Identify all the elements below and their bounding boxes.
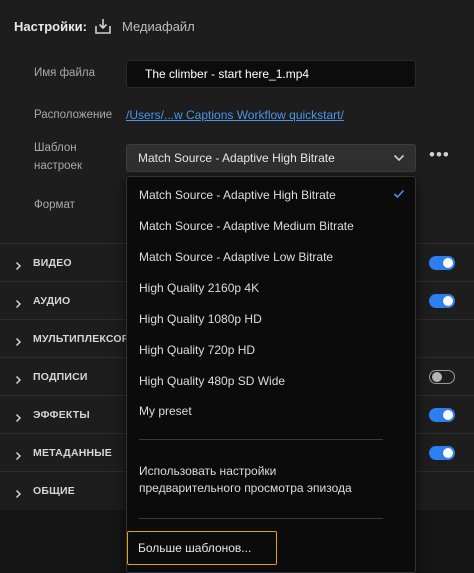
format-label: Формат (34, 199, 75, 211)
chevron-right-icon (15, 372, 22, 390)
chevron-right-icon (15, 296, 22, 314)
section-label: ЭФФЕКТЫ (33, 409, 90, 421)
location-link[interactable]: /Users/...w Captions Workflow quickstart… (126, 108, 344, 122)
use-sequence-preview-settings-option[interactable]: Использовать настройки предварительного … (139, 463, 399, 497)
filename-field[interactable]: The climber - start here_1.mp4 (126, 60, 416, 88)
preset-label-line1: Шаблон (34, 142, 77, 154)
menu-divider (139, 439, 383, 440)
checkmark-icon (393, 186, 405, 204)
audio-toggle[interactable] (429, 294, 455, 308)
section-label: ОБЩИЕ (33, 485, 75, 497)
preset-option[interactable]: High Quality 720p HD (139, 343, 255, 357)
preset-selected-value: Match Source - Adaptive High Bitrate (138, 151, 335, 165)
preset-option[interactable]: High Quality 480p SD Wide (139, 374, 285, 388)
menu-divider (139, 518, 383, 519)
preset-dropdown-list: Match Source - Adaptive High Bitrate Mat… (126, 176, 416, 573)
video-toggle[interactable] (429, 256, 455, 270)
section-label: АУДИО (33, 295, 71, 307)
option-line: Использовать настройки (139, 464, 277, 478)
captions-toggle[interactable] (429, 370, 455, 384)
media-file-label: Медиафайл (122, 19, 195, 34)
chevron-right-icon (15, 486, 22, 504)
chevron-right-icon (15, 258, 22, 276)
preset-option[interactable]: Match Source - Adaptive Medium Bitrate (139, 219, 354, 233)
preset-select[interactable]: Match Source - Adaptive High Bitrate (126, 144, 416, 172)
settings-title: Настройки: (14, 19, 87, 34)
preset-label-line2: настроек (34, 160, 82, 172)
chevron-right-icon (15, 334, 22, 352)
metadata-toggle[interactable] (429, 446, 455, 460)
filename-label: Имя файла (34, 67, 95, 79)
section-label: ПОДПИСИ (33, 371, 88, 383)
section-label: МУЛЬТИПЛЕКСОР (33, 333, 129, 345)
chevron-down-icon (393, 152, 405, 166)
preset-option[interactable]: Match Source - Adaptive High Bitrate (139, 188, 336, 202)
chevron-right-icon (15, 448, 22, 466)
section-label: МЕТАДАННЫЕ (33, 447, 112, 459)
effects-toggle[interactable] (429, 408, 455, 422)
section-label: ВИДЕО (33, 257, 72, 269)
preset-option[interactable]: High Quality 2160p 4K (139, 281, 259, 295)
export-icon[interactable] (94, 17, 112, 35)
location-label: Расположение (34, 109, 113, 121)
preset-option[interactable]: Match Source - Adaptive Low Bitrate (139, 250, 333, 264)
more-presets-option[interactable]: Больше шаблонов... (127, 531, 277, 565)
preset-option[interactable]: High Quality 1080p HD (139, 312, 262, 326)
option-line: предварительного просмотра эпизода (139, 481, 352, 495)
preset-option[interactable]: My preset (139, 404, 192, 418)
chevron-right-icon (15, 410, 22, 428)
more-options-button[interactable]: ••• (429, 146, 450, 163)
